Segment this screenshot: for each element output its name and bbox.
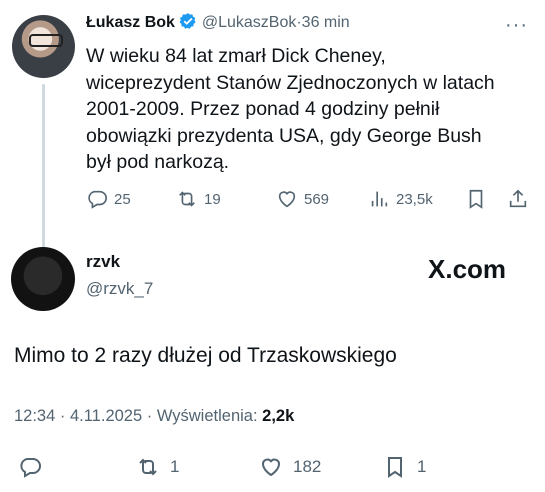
- handle[interactable]: @LukaszBok: [202, 14, 297, 31]
- like-count: 182: [293, 457, 322, 476]
- reply-count: 25: [114, 190, 131, 208]
- avatar[interactable]: [12, 15, 75, 78]
- handle[interactable]: @rzvk_7: [86, 279, 153, 299]
- date[interactable]: 4.11.2025: [70, 407, 142, 425]
- reply-icon: [88, 190, 107, 209]
- share-button[interactable]: [507, 188, 529, 210]
- tweet-text: W wieku 84 lat zmarł Dick Cheney, wicepr…: [86, 45, 495, 173]
- share-icon: [509, 189, 527, 208]
- reply-button[interactable]: [18, 455, 42, 479]
- reply-icon: [20, 458, 41, 478]
- bookmark-button[interactable]: [465, 188, 487, 210]
- repost-icon: [139, 458, 157, 476]
- repost-count: 19: [204, 190, 221, 208]
- tweet-meta: 12:34 · 4.11.2025 · Wyświetlenia: 2,2k: [14, 407, 295, 425]
- thread-connector: [42, 84, 45, 254]
- bookmark-button[interactable]: 1: [383, 455, 426, 479]
- view-count: 23,5k: [396, 190, 433, 208]
- display-name[interactable]: rzvk: [86, 252, 120, 272]
- reply-button[interactable]: 25: [86, 188, 131, 210]
- repost-icon: [179, 191, 195, 207]
- display-name[interactable]: Łukasz Bok: [86, 14, 175, 31]
- verified-badge-icon: [180, 13, 196, 29]
- like-button[interactable]: 182: [259, 455, 321, 479]
- repost-count: 1: [170, 457, 180, 476]
- repost-button[interactable]: 1: [136, 455, 179, 479]
- bookmark-count: 1: [417, 457, 427, 476]
- xcom-watermark: X.com: [428, 254, 507, 284]
- bookmark-icon: [469, 189, 483, 209]
- like-button[interactable]: 569: [276, 188, 329, 210]
- heart-icon: [278, 191, 296, 208]
- avatar[interactable]: [11, 247, 75, 311]
- time[interactable]: 12:34: [14, 407, 55, 425]
- like-count: 569: [304, 190, 330, 208]
- analytics-icon: [371, 191, 388, 207]
- bookmark-icon: [388, 457, 402, 478]
- views-button[interactable]: 23,5k: [368, 188, 433, 210]
- heart-icon: [261, 458, 281, 477]
- timestamp[interactable]: 36 min: [302, 14, 350, 31]
- views-label: Wyświetlenia:: [156, 407, 258, 425]
- views-count: 2,2k: [262, 407, 295, 425]
- more-icon[interactable]: ···: [505, 14, 528, 37]
- repost-button[interactable]: 19: [176, 188, 221, 210]
- tweet-text: Mimo to 2 razy dłużej od Trzaskowskiego: [14, 344, 397, 367]
- tweet-header: Łukasz Bok @LukaszBok·36 min: [86, 12, 350, 33]
